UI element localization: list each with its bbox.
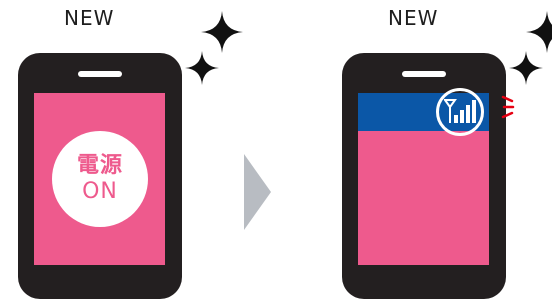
sparkle-icon [185,51,219,85]
signal-antenna-icon [444,99,476,123]
sparkle-icon [201,11,243,53]
power-on-text-line1: 電源 [76,153,123,178]
power-on-circle: 電源 ON [52,131,148,227]
sparkle-icon [526,11,552,53]
phone-right [342,53,506,299]
phone-speaker [78,71,122,77]
power-on-text-line2: ON [82,179,118,204]
phone-speaker [402,71,446,77]
phone-screen [358,88,489,265]
sparkle-icon [509,51,543,85]
arrow-right-icon [244,154,271,230]
label-new-left: NEW [64,6,115,30]
phone-left: 電源 ON [18,53,182,299]
phone-screen: 電源 ON [34,93,165,265]
alert-ray-icon [501,95,515,119]
label-new-right: NEW [388,6,439,30]
